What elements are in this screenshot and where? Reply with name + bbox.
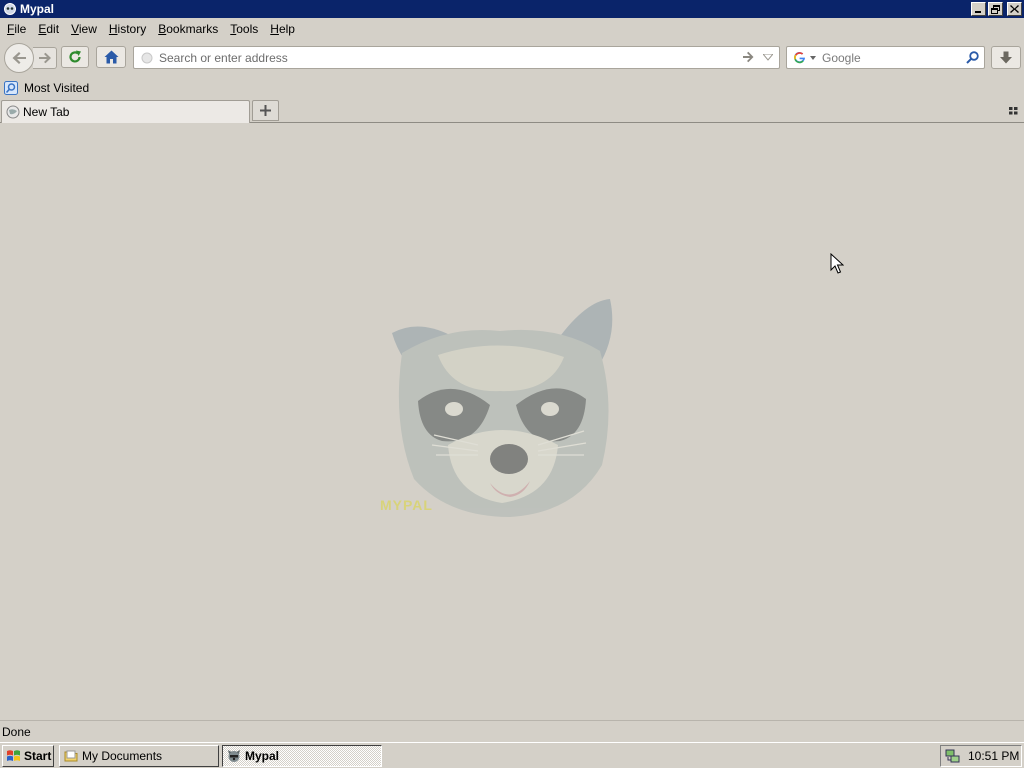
menu-history-accel: H [108, 22, 118, 36]
most-visited-label: Most Visited [24, 81, 90, 95]
site-identity-icon[interactable] [141, 52, 153, 64]
menu-edit-label: dit [46, 22, 60, 36]
menu-file-label: ile [14, 22, 27, 36]
taskbar-my-documents-label: My Documents [82, 749, 163, 763]
downloads-button[interactable] [991, 46, 1021, 69]
system-tray: 10:51 PM [940, 745, 1022, 767]
clock[interactable]: 10:51 PM [968, 749, 1019, 763]
start-label: Start [24, 749, 52, 763]
windows-flag-icon [7, 750, 20, 761]
address-bar[interactable] [133, 46, 780, 69]
menu-view-accel: V [71, 22, 79, 36]
page-content: MYPAL [0, 123, 1024, 720]
logo-wordmark: MYPAL [380, 497, 433, 513]
new-tab-button[interactable] [252, 100, 279, 121]
taskbar: Start My Documents Mypal 10:51 PM [0, 742, 1024, 768]
bookmarks-toolbar: Most Visited [0, 78, 1024, 98]
back-button[interactable] [4, 43, 34, 73]
restore-icon [991, 4, 1000, 14]
home-button[interactable] [96, 46, 126, 68]
mouse-cursor-icon [830, 253, 844, 274]
search-input[interactable] [822, 50, 962, 65]
mypal-app-icon[interactable] [3, 2, 17, 16]
history-dropdown-icon[interactable] [763, 54, 773, 61]
plus-icon [260, 105, 271, 116]
go-arrow-icon[interactable] [742, 51, 755, 63]
menu-edit[interactable]: Edit [33, 20, 64, 38]
address-input[interactable] [159, 50, 729, 65]
reload-button[interactable] [61, 46, 89, 68]
menu-bookmarks-label: ookmarks [166, 22, 219, 36]
restore-button[interactable] [988, 2, 1003, 16]
taskbar-mypal-label: Mypal [245, 749, 280, 763]
most-visited-icon [4, 81, 18, 95]
start-button[interactable]: Start [2, 745, 54, 767]
close-icon [1010, 5, 1019, 13]
menu-file[interactable]: File [2, 20, 31, 38]
search-bar[interactable] [786, 46, 985, 69]
menu-tools-label: ools [236, 22, 259, 36]
menu-bookmarks[interactable]: Bookmarks [153, 20, 223, 38]
taskbar-mypal[interactable]: Mypal [222, 745, 382, 767]
most-visited-folder[interactable]: Most Visited [4, 81, 89, 95]
navigation-toolbar [0, 40, 1024, 76]
home-icon [104, 50, 118, 64]
reload-icon [69, 50, 81, 63]
menu-help-accel: H [270, 22, 279, 36]
network-icon[interactable] [945, 749, 960, 764]
tab-new-tab[interactable]: New Tab [1, 100, 250, 123]
menu-history[interactable]: History [104, 20, 151, 38]
menu-help[interactable]: Help [265, 20, 300, 38]
tab-label: New Tab [23, 105, 70, 119]
close-button[interactable] [1007, 2, 1022, 16]
engine-dropdown-icon[interactable] [810, 55, 816, 60]
window-title: Mypal [20, 2, 55, 16]
title-bar: Mypal [0, 0, 1024, 18]
tab-favicon-icon [6, 105, 20, 119]
folder-icon [64, 750, 78, 762]
menu-view[interactable]: View [66, 20, 102, 38]
back-arrow-icon [12, 52, 26, 64]
menu-history-label: istory [117, 22, 147, 36]
raccoon-logo-icon [392, 299, 613, 517]
tab-grid-icon[interactable] [1009, 107, 1018, 115]
minimize-icon [974, 11, 981, 13]
mypal-raccoon-icon [228, 750, 240, 762]
status-bar: Done [0, 720, 1024, 742]
status-text: Done [2, 724, 31, 739]
search-icon[interactable] [966, 51, 979, 64]
google-engine-icon[interactable] [793, 51, 806, 64]
download-icon [1000, 51, 1012, 63]
forward-button[interactable] [33, 47, 57, 69]
forward-arrow-icon [38, 52, 51, 64]
tab-strip: New Tab [0, 99, 1024, 123]
menu-tools[interactable]: Tools [225, 20, 263, 38]
menu-help-label: elp [278, 22, 295, 36]
minimize-button[interactable] [971, 2, 986, 16]
menu-view-label: iew [78, 22, 97, 36]
menu-bar: File Edit View History Bookmarks Tools H… [0, 18, 1024, 40]
taskbar-my-documents[interactable]: My Documents [59, 745, 219, 767]
